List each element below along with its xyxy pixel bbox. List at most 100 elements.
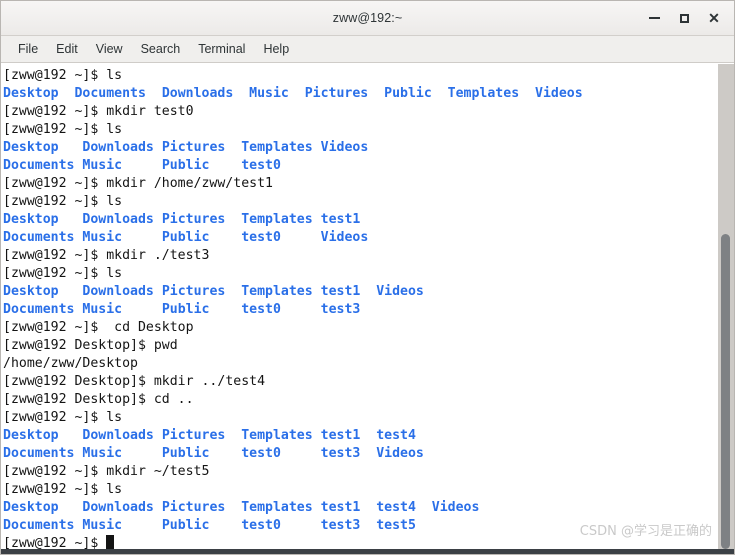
directory-name: Videos <box>376 284 424 299</box>
terminal-command-line: [zww@192 Desktop]$ mkdir ../test4 <box>3 373 717 391</box>
shell-command: mkdir ./test3 <box>106 248 210 263</box>
directory-name: Downloads <box>82 212 162 227</box>
directory-name: test5 <box>376 518 416 533</box>
terminal-command-line: [zww@192 ~]$ ls <box>3 409 717 427</box>
vertical-scrollbar[interactable] <box>717 64 734 549</box>
shell-command: mkdir ../test4 <box>153 374 266 389</box>
shell-command: ls <box>106 194 123 209</box>
directory-name: Downloads <box>161 86 250 101</box>
window-bottom-edge <box>1 549 734 554</box>
directory-listing-row: Desktop Downloads Pictures Templates tes… <box>3 427 717 445</box>
directory-name: Documents <box>3 158 83 173</box>
directory-name: test0 <box>241 230 321 245</box>
scrollbar-thumb[interactable] <box>721 233 730 549</box>
directory-listing-row: Documents Music Public test0 <box>3 157 717 175</box>
shell-prompt: [zww@192 Desktop]$ <box>3 338 154 353</box>
shell-command: cd Desktop <box>106 320 194 335</box>
terminal-command-line: [zww@192 ~]$ ls <box>3 121 717 139</box>
directory-name: Music <box>82 230 162 245</box>
menu-item-edit[interactable]: Edit <box>47 39 87 59</box>
directory-name: Documents <box>74 86 162 101</box>
directory-name: Downloads <box>82 500 162 515</box>
directory-name: Music <box>249 86 305 101</box>
directory-name: Templates <box>241 140 321 155</box>
directory-name: test0 <box>241 302 321 317</box>
close-icon: ✕ <box>708 10 720 26</box>
directory-name: test1 <box>320 500 377 515</box>
directory-name: test3 <box>320 302 361 317</box>
directory-name: Videos <box>431 500 480 515</box>
directory-name: Public <box>161 302 242 317</box>
directory-name: test0 <box>241 158 281 173</box>
shell-prompt: [zww@192 ~]$ <box>3 194 107 209</box>
shell-prompt: [zww@192 ~]$ <box>3 320 107 335</box>
terminal-output-line: /home/zww/Desktop <box>3 355 717 373</box>
directory-listing-row: Documents Music Public test0 test3 test5 <box>3 517 717 535</box>
shell-prompt: [zww@192 ~]$ <box>3 104 107 119</box>
shell-command: mkdir ~/test5 <box>106 464 210 479</box>
shell-command: cd .. <box>153 392 194 407</box>
close-button[interactable]: ✕ <box>700 4 728 32</box>
directory-name: test1 <box>320 428 377 443</box>
terminal-command-line: [zww@192 ~]$ mkdir ~/test5 <box>3 463 717 481</box>
terminal-command-line: [zww@192 Desktop]$ cd .. <box>3 391 717 409</box>
directory-name: Desktop <box>3 284 83 299</box>
directory-name: Videos <box>376 446 424 461</box>
menu-item-view[interactable]: View <box>87 39 132 59</box>
directory-name: Downloads <box>82 140 162 155</box>
shell-command: ls <box>106 266 123 281</box>
window-title: zww@192:~ <box>332 11 403 25</box>
directory-name: Music <box>82 518 162 533</box>
directory-name: Pictures <box>304 86 385 101</box>
terminal-active-prompt: [zww@192 ~]$ <box>3 535 717 549</box>
shell-command: ls <box>106 122 123 137</box>
directory-name: test3 <box>320 446 377 461</box>
directory-name: Templates <box>241 284 321 299</box>
directory-name: Music <box>82 446 162 461</box>
directory-name: Documents <box>3 302 83 317</box>
directory-name: test0 <box>241 518 321 533</box>
minimize-button[interactable] <box>640 4 668 32</box>
directory-name: Pictures <box>161 140 242 155</box>
directory-listing-row: Desktop Downloads Pictures Templates Vid… <box>3 139 717 157</box>
terminal-output[interactable]: [zww@192 ~]$ ls Desktop Documents Downloa… <box>1 64 717 549</box>
terminal-command-line: [zww@192 ~]$ mkdir test0 <box>3 103 717 121</box>
directory-name: Public <box>161 158 242 173</box>
menu-item-search[interactable]: Search <box>132 39 190 59</box>
terminal-command-line: [zww@192 ~]$ mkdir /home/zww/test1 <box>3 175 717 193</box>
output-text: /home/zww/Desktop <box>3 356 138 371</box>
terminal-command-line: [zww@192 ~]$ ls <box>3 67 717 85</box>
terminal-area: [zww@192 ~]$ ls Desktop Documents Downloa… <box>1 63 734 549</box>
menu-item-file[interactable]: File <box>9 39 47 59</box>
shell-command: pwd <box>153 338 178 353</box>
shell-prompt: [zww@192 ~]$ <box>3 248 107 263</box>
maximize-button[interactable] <box>670 4 698 32</box>
shell-prompt: [zww@192 ~]$ <box>3 410 107 425</box>
shell-prompt: [zww@192 ~]$ <box>3 536 107 549</box>
menu-item-help[interactable]: Help <box>254 39 298 59</box>
directory-listing-row: Documents Music Public test0 test3 <box>3 301 717 319</box>
shell-prompt: [zww@192 ~]$ <box>3 176 107 191</box>
shell-prompt: [zww@192 ~]$ <box>3 266 107 281</box>
shell-prompt: [zww@192 Desktop]$ <box>3 392 154 407</box>
directory-name: Public <box>161 518 242 533</box>
terminal-command-line: [zww@192 ~]$ ls <box>3 193 717 211</box>
directory-listing-row: Documents Music Public test0 Videos <box>3 229 717 247</box>
directory-listing-row: Desktop Downloads Pictures Templates tes… <box>3 499 717 517</box>
menu-bar: File Edit View Search Terminal Help <box>1 36 734 63</box>
directory-name: Videos <box>535 86 583 101</box>
directory-listing-row: Desktop Downloads Pictures Templates tes… <box>3 211 717 229</box>
directory-name: Videos <box>320 230 369 245</box>
directory-name: Desktop <box>3 500 83 515</box>
shell-prompt: [zww@192 ~]$ <box>3 482 107 497</box>
terminal-command-line: [zww@192 Desktop]$ pwd <box>3 337 717 355</box>
menu-item-terminal[interactable]: Terminal <box>189 39 254 59</box>
shell-prompt: [zww@192 ~]$ <box>3 68 107 83</box>
directory-name: test0 <box>241 446 321 461</box>
shell-prompt: [zww@192 ~]$ <box>3 122 107 137</box>
shell-command: ls <box>106 482 123 497</box>
directory-name: Public <box>161 446 242 461</box>
directory-listing-row: Documents Music Public test0 test3 Video… <box>3 445 717 463</box>
shell-command: ls <box>106 68 123 83</box>
directory-name: Pictures <box>161 500 242 515</box>
